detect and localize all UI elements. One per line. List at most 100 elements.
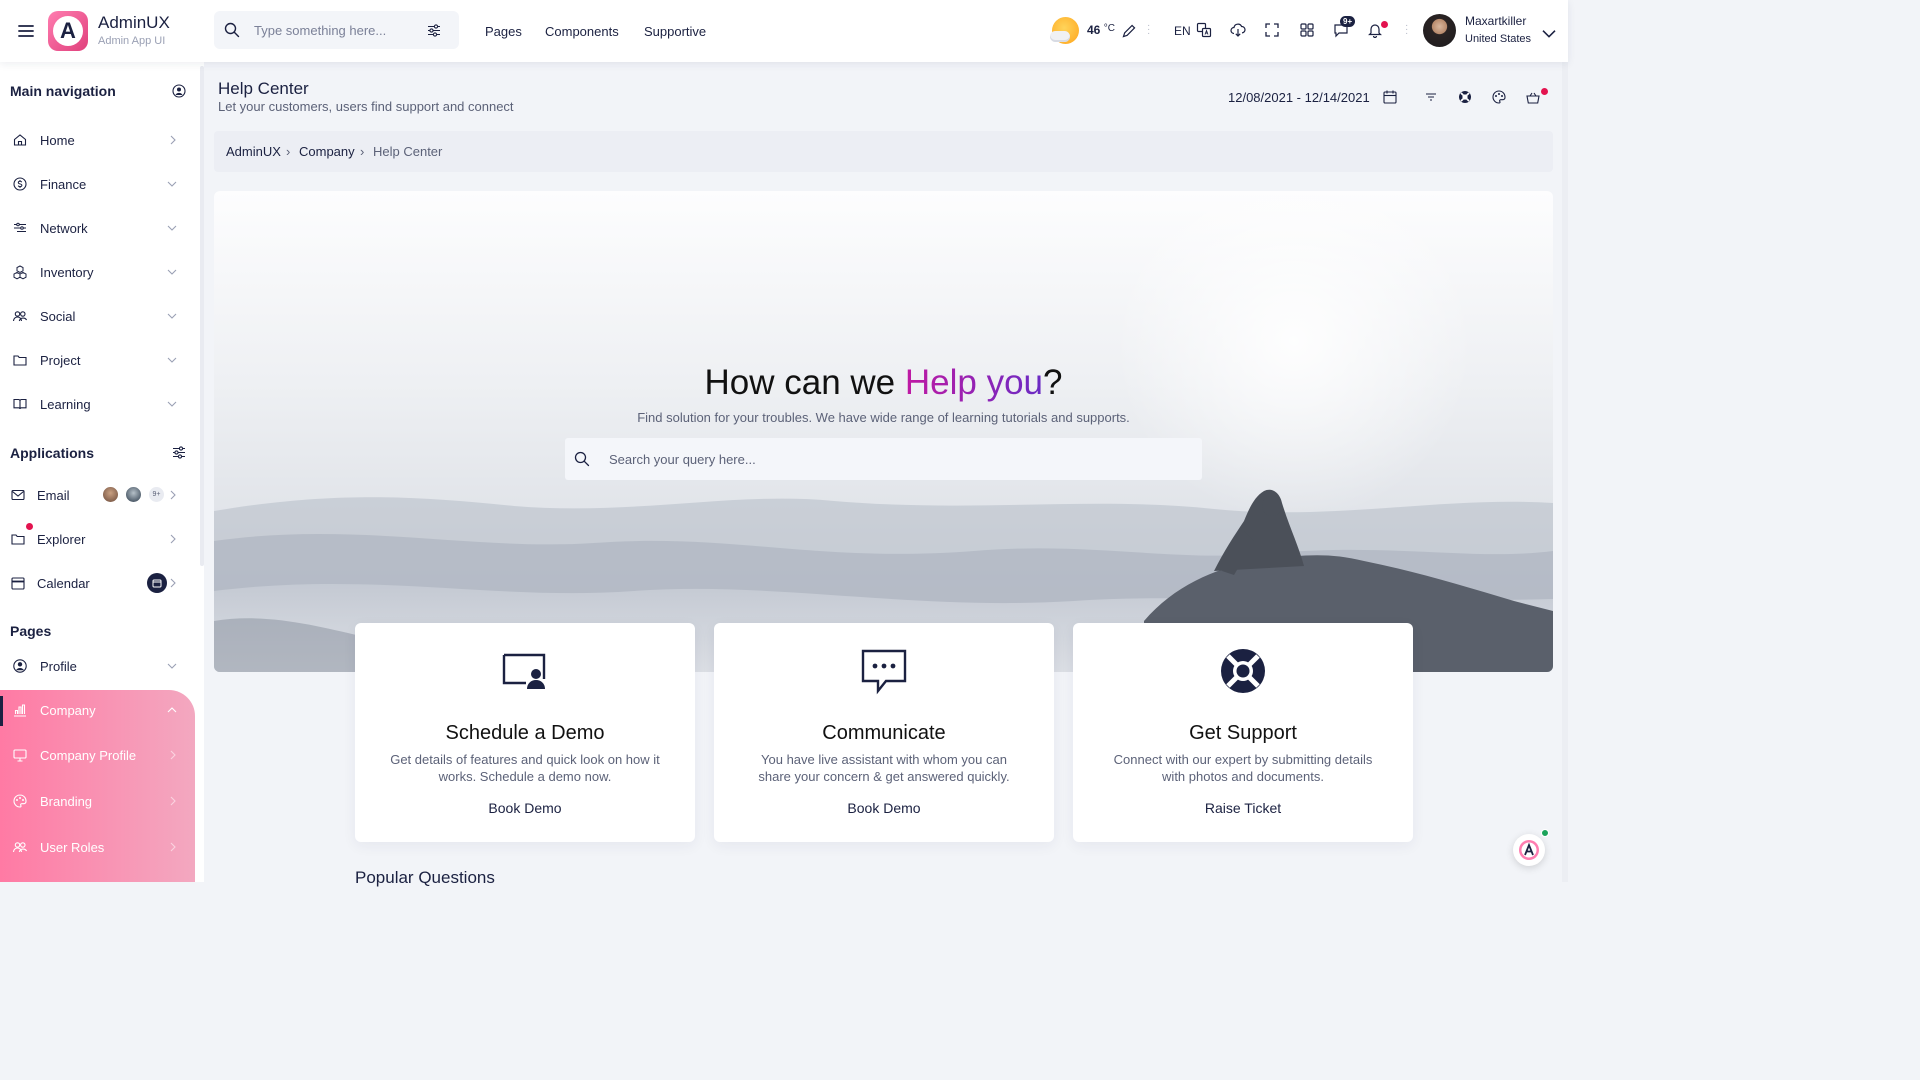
card-title: Schedule a Demo (445, 722, 605, 744)
help-search-input[interactable] (609, 438, 1169, 480)
chevron-down-icon (167, 313, 177, 319)
sidebar-item-company-profile[interactable]: Company Profile (0, 735, 196, 775)
calendar-icon (11, 577, 25, 590)
card-communicate: Communicate You have live assistant with… (714, 623, 1054, 842)
sidebar-item-label: Inventory (40, 265, 94, 280)
filter-icon[interactable] (1423, 89, 1439, 105)
topnav-supportive[interactable]: Supportive (644, 24, 706, 39)
sidebar-item-label: Learning (40, 397, 91, 412)
search-filter-icon[interactable] (427, 24, 441, 37)
sidebar-item-home[interactable]: Home (0, 120, 196, 160)
sidebar-item-learning[interactable]: Learning (0, 384, 196, 424)
language-code[interactable]: EN (1174, 24, 1191, 38)
date-range[interactable]: 12/08/2021 - 12/14/2021 (1228, 90, 1370, 105)
book-demo-link[interactable]: Book Demo (355, 800, 695, 816)
search-input[interactable] (254, 11, 414, 49)
active-indicator (0, 696, 3, 726)
calendar-icon[interactable] (1382, 89, 1398, 105)
topnav-pages[interactable]: Pages (485, 24, 522, 39)
logo-letter: A (53, 16, 83, 46)
sidebar-item-label: Email (37, 488, 70, 503)
sidebar-item-user-roles[interactable]: User Roles (0, 827, 196, 867)
chat-widget-button[interactable] (1513, 834, 1545, 866)
breadcrumb-item[interactable]: Company (299, 144, 355, 159)
sidebar-item-email[interactable]: Email (0, 475, 196, 515)
breadcrumb-separator: › (286, 144, 291, 159)
presentation-icon (502, 653, 546, 689)
sliders-icon[interactable] (172, 446, 186, 459)
breadcrumb: AdminUX › Company › Help Center (214, 131, 1553, 172)
hero-title-highlight: Help you (904, 363, 1044, 402)
chat-icon (861, 649, 907, 695)
fullscreen-icon[interactable] (1264, 22, 1280, 38)
raise-ticket-link[interactable]: Raise Ticket (1073, 800, 1413, 816)
book-demo-link[interactable]: Book Demo (714, 800, 1054, 816)
basket-icon[interactable] (1525, 90, 1541, 106)
app-logo[interactable]: A (48, 11, 88, 51)
topnav-components[interactable]: Components (545, 24, 619, 39)
email-contact-avatar (101, 485, 120, 504)
user-name[interactable]: Maxartkiller (1465, 14, 1526, 28)
envelope-icon (11, 489, 25, 501)
page-scrollbar[interactable] (1562, 62, 1568, 882)
apps-grid-icon[interactable] (1299, 22, 1315, 38)
boxes-icon (13, 265, 27, 280)
mountain-landscape-image (214, 191, 1553, 672)
user-circle-icon[interactable] (172, 84, 186, 98)
user-avatar[interactable] (1423, 14, 1456, 47)
weather-temp: 46 °C (1087, 23, 1115, 37)
translate-icon[interactable] (1196, 22, 1212, 38)
sidebar-item-branding[interactable]: Branding (0, 781, 196, 821)
calendar-badge (147, 573, 167, 593)
edit-weather-icon[interactable] (1121, 23, 1137, 39)
sidebar-item-label: Company Profile (40, 748, 137, 763)
divider-dots: · · · (1147, 20, 1151, 39)
bar-chart-icon (14, 704, 26, 717)
sidebar-item-label: Social (40, 309, 76, 324)
monitor-icon (13, 749, 27, 762)
chevron-right-icon (170, 490, 176, 500)
breadcrumb-current: Help Center (373, 144, 443, 159)
sidebar-item-project[interactable]: Project (0, 340, 196, 380)
card-get-support: Get Support Connect with our expert by s… (1073, 623, 1413, 842)
messages-badge: 9+ (1340, 16, 1356, 27)
card-schedule-demo: Schedule a Demo Get details of features … (355, 623, 695, 842)
sidebar-item-label: Calendar (37, 576, 90, 591)
hero-title-prefix: How can we (704, 363, 905, 402)
sidebar-item-social[interactable]: Social (0, 296, 196, 336)
sidebar-item-label: Explorer (37, 532, 86, 547)
sidebar-item-label: Branding (40, 794, 93, 809)
sidebar-item-label: Home (40, 133, 75, 148)
people-icon (12, 311, 28, 322)
sidebar-item-label: User Roles (40, 840, 105, 855)
app-name: AdminUX (98, 13, 170, 32)
chevron-right-icon (170, 842, 176, 852)
email-more-count: 9+ (147, 485, 166, 504)
cloud-download-icon[interactable] (1230, 22, 1246, 38)
sidebar-item-profile[interactable]: Profile (0, 646, 196, 686)
sidebar-item-network[interactable]: Network (0, 208, 196, 248)
breadcrumb-separator: › (360, 144, 365, 159)
search-icon (224, 22, 240, 38)
popular-questions-heading: Popular Questions (355, 868, 495, 887)
temp-value: 46 (1087, 23, 1101, 37)
palette-icon[interactable] (1491, 89, 1507, 105)
sidebar-item-label: Network (40, 221, 88, 236)
lifebuoy-icon[interactable] (1457, 89, 1473, 105)
sidebar-item-inventory[interactable]: Inventory (0, 252, 196, 292)
chevron-down-icon (167, 401, 177, 407)
email-contact-avatar (124, 485, 143, 504)
menu-toggle-button[interactable] (16, 21, 36, 41)
company-submenu: Company Company Profile Branding User Ro… (0, 690, 195, 882)
divider-dots: · · · (1405, 20, 1409, 39)
chevron-down-icon (167, 269, 177, 275)
sidebar-item-company[interactable]: Company (0, 690, 196, 730)
sidebar-scrollbar[interactable] (200, 66, 204, 566)
card-title: Get Support (1189, 722, 1297, 744)
sidebar-item-label: Company (40, 703, 96, 718)
user-menu-chevron-icon[interactable] (1541, 26, 1557, 42)
temp-unit: °C (1103, 23, 1115, 34)
breadcrumb-item[interactable]: AdminUX (226, 144, 281, 159)
chevron-right-icon (170, 534, 176, 544)
sidebar-item-finance[interactable]: Finance (0, 164, 196, 204)
